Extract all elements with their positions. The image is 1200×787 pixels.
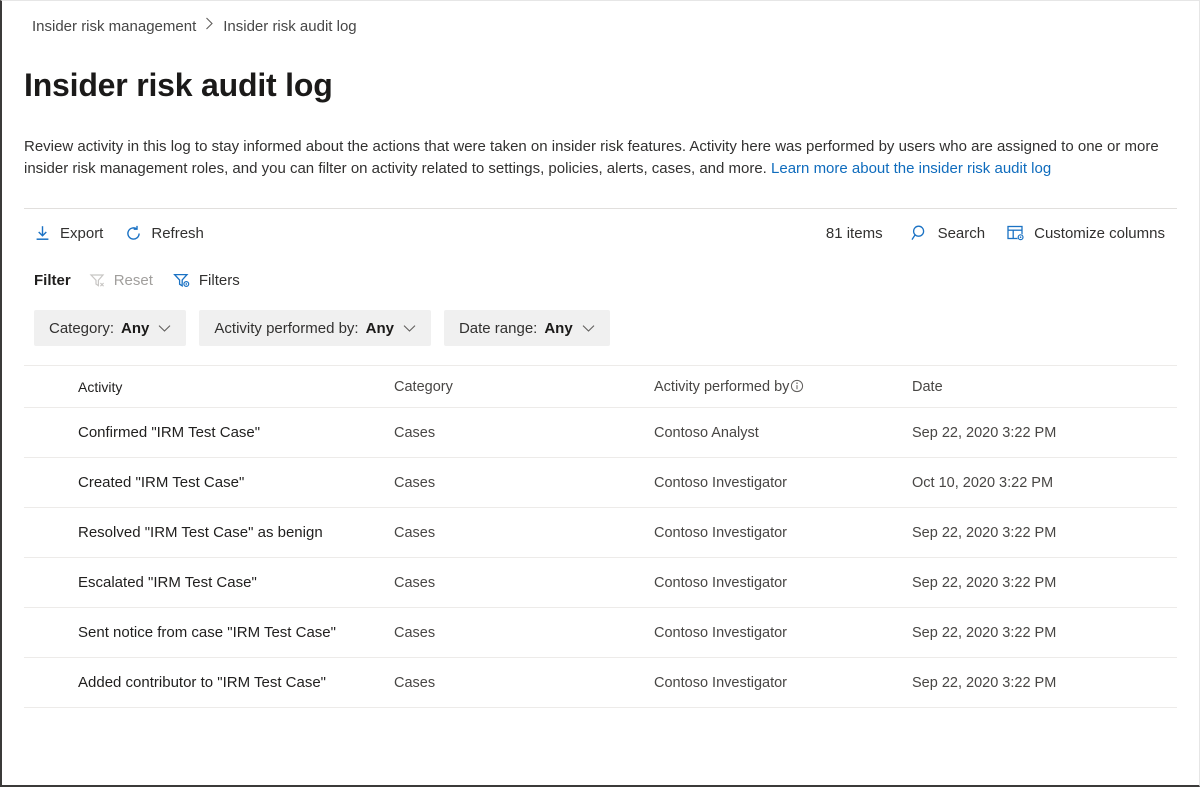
cell-performed-by: Contoso Investigator	[654, 525, 912, 541]
cell-date: Oct 10, 2020 3:22 PM	[912, 475, 1128, 491]
cell-performed-by: Contoso Investigator	[654, 675, 912, 691]
search-icon	[911, 224, 929, 242]
column-header-category[interactable]: Category	[394, 379, 654, 395]
filter-settings-icon	[173, 272, 191, 289]
chevron-right-icon	[205, 16, 214, 36]
filter-pill-category-value: Any	[121, 320, 149, 337]
download-icon	[34, 225, 51, 242]
cell-category: Cases	[394, 675, 654, 691]
cell-category: Cases	[394, 625, 654, 641]
breadcrumb: Insider risk management Insider risk aud…	[2, 1, 1199, 37]
filter-pill-category-label: Category:	[49, 320, 114, 337]
cell-activity: Sent notice from case "IRM Test Case"	[24, 624, 394, 641]
filter-pill-date-range[interactable]: Date range: Any	[444, 310, 610, 346]
filter-pill-activity-performed-by[interactable]: Activity performed by: Any	[199, 310, 431, 346]
cell-date: Sep 22, 2020 3:22 PM	[912, 575, 1128, 591]
search-label: Search	[938, 225, 986, 242]
reset-filters-label: Reset	[114, 272, 153, 289]
cell-category: Cases	[394, 475, 654, 491]
chevron-down-icon	[582, 324, 595, 333]
audit-log-table: Activity Category Activity performed by …	[24, 365, 1177, 708]
cell-performed-by: Contoso Investigator	[654, 575, 912, 591]
customize-columns-icon	[1007, 225, 1025, 242]
export-label: Export	[60, 225, 103, 242]
column-header-activity[interactable]: Activity	[24, 379, 394, 395]
learn-more-link[interactable]: Learn more about the insider risk audit …	[771, 160, 1051, 177]
filter-pill-activity-performed-by-label: Activity performed by:	[214, 320, 358, 337]
page-description: Review activity in this log to stay info…	[24, 136, 1169, 180]
table-row[interactable]: Escalated "IRM Test Case" Cases Contoso …	[24, 558, 1177, 608]
info-icon[interactable]	[790, 379, 804, 393]
breadcrumb-item-insider-risk-audit-log[interactable]: Insider risk audit log	[223, 17, 356, 37]
refresh-icon	[125, 225, 142, 242]
table-row[interactable]: Confirmed "IRM Test Case" Cases Contoso …	[24, 408, 1177, 458]
column-header-activity-performed-by-label: Activity performed by	[654, 379, 789, 395]
chevron-down-icon	[403, 324, 416, 333]
chevron-down-icon	[158, 324, 171, 333]
filter-bar: Filter Reset Filters	[24, 263, 1177, 297]
cell-performed-by: Contoso Investigator	[654, 475, 912, 491]
command-bar-left: Export Refresh	[24, 219, 216, 248]
cell-date: Sep 22, 2020 3:22 PM	[912, 525, 1128, 541]
customize-columns-label: Customize columns	[1034, 225, 1165, 242]
column-header-activity-performed-by[interactable]: Activity performed by	[654, 379, 912, 395]
refresh-button[interactable]: Refresh	[115, 219, 216, 248]
item-count: 81 items	[816, 219, 901, 248]
cell-performed-by: Contoso Investigator	[654, 625, 912, 641]
cell-performed-by: Contoso Analyst	[654, 425, 912, 441]
command-bar: Export Refresh 81 items	[24, 209, 1177, 257]
cell-date: Sep 22, 2020 3:22 PM	[912, 425, 1128, 441]
filter-pill-activity-performed-by-value: Any	[366, 320, 394, 337]
table-header-row: Activity Category Activity performed by …	[24, 366, 1177, 408]
cell-activity: Added contributor to "IRM Test Case"	[24, 674, 394, 691]
filter-pill-date-range-value: Any	[544, 320, 572, 337]
cell-category: Cases	[394, 575, 654, 591]
refresh-label: Refresh	[151, 225, 204, 242]
breadcrumb-item-insider-risk-management[interactable]: Insider risk management	[32, 17, 196, 37]
filters-label: Filters	[199, 272, 240, 289]
cell-category: Cases	[394, 425, 654, 441]
search-button[interactable]: Search	[901, 218, 998, 248]
cell-activity: Created "IRM Test Case"	[24, 474, 394, 491]
command-bar-right: 81 items Search	[816, 218, 1177, 248]
filter-clear-icon	[89, 272, 106, 289]
table-row[interactable]: Added contributor to "IRM Test Case" Cas…	[24, 658, 1177, 708]
export-button[interactable]: Export	[24, 219, 115, 248]
cell-date: Sep 22, 2020 3:22 PM	[912, 625, 1128, 641]
filter-pill-category[interactable]: Category: Any	[34, 310, 186, 346]
column-header-date[interactable]: Date	[912, 379, 1128, 395]
table-row[interactable]: Sent notice from case "IRM Test Case" Ca…	[24, 608, 1177, 658]
reset-filters-button[interactable]: Reset	[79, 267, 163, 294]
customize-columns-button[interactable]: Customize columns	[997, 219, 1177, 248]
cell-date: Sep 22, 2020 3:22 PM	[912, 675, 1128, 691]
cell-category: Cases	[394, 525, 654, 541]
cell-activity: Confirmed "IRM Test Case"	[24, 424, 394, 441]
cell-activity: Resolved "IRM Test Case" as benign	[24, 524, 394, 541]
page-title: Insider risk audit log	[24, 65, 1199, 105]
filter-bar-label: Filter	[24, 272, 71, 289]
filter-pills: Category: Any Activity performed by: Any…	[34, 310, 1177, 346]
page-root: Insider risk management Insider risk aud…	[2, 1, 1199, 785]
filters-button[interactable]: Filters	[163, 267, 250, 294]
filter-pill-date-range-label: Date range:	[459, 320, 537, 337]
cell-activity: Escalated "IRM Test Case"	[24, 574, 394, 591]
table-row[interactable]: Resolved "IRM Test Case" as benign Cases…	[24, 508, 1177, 558]
item-count-label: 81 items	[826, 225, 883, 242]
table-row[interactable]: Created "IRM Test Case" Cases Contoso In…	[24, 458, 1177, 508]
